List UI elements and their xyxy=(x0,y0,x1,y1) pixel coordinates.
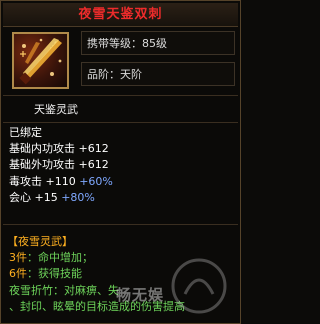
set-name: 【夜雪灵武】 xyxy=(7,235,73,248)
item-name: 夜雪天鉴双刺 xyxy=(78,7,163,22)
watermark-logo-icon xyxy=(171,258,227,314)
stat-value: +15 xyxy=(34,191,58,204)
grade-row: 品阶： 天阶 xyxy=(81,62,235,86)
stat-row: 基础外功攻击 +612 xyxy=(9,159,109,170)
stat-bonus: +60% xyxy=(79,175,113,188)
bound-status: 已绑定 xyxy=(9,126,42,139)
grade-value: 天阶 xyxy=(120,67,142,81)
stat-label: 基础内功攻击 xyxy=(9,142,75,155)
item-header: 携带等级： 85级 品阶： 天阶 xyxy=(3,27,238,96)
set-bonus-count: 3件 xyxy=(9,251,27,264)
stat-label: 毒攻击 xyxy=(9,175,42,188)
carry-level-row: 携带等级： 85级 xyxy=(81,31,235,55)
carry-level-label: 携带等级： xyxy=(87,36,142,50)
stat-value: +110 xyxy=(45,175,76,188)
item-tooltip: 夜雪天鉴双刺 携带等级： 85级 品阶： 天阶 天鉴灵武 已绑定 基础内功攻击 … xyxy=(0,0,241,324)
grade-label: 品阶： xyxy=(87,67,120,81)
skill-description-line: 夜雪折竹：对麻痹、失 xyxy=(9,284,119,297)
set-bonus-count: 6件 xyxy=(9,267,27,280)
item-subtitle: 天鉴灵武 xyxy=(34,103,78,116)
stat-row: 基础内功攻击 +612 xyxy=(9,143,109,154)
stat-value: +612 xyxy=(78,142,109,155)
stat-row: 毒攻击 +110 +60% xyxy=(9,176,113,187)
item-subtitle-bar: 天鉴灵武 xyxy=(3,98,238,123)
divider xyxy=(3,224,238,225)
stat-row: 会心 +15 +80% xyxy=(9,192,95,203)
stat-value: +612 xyxy=(78,158,109,171)
stat-bonus: +80% xyxy=(61,191,95,204)
dual-dagger-icon[interactable] xyxy=(12,32,69,89)
title-bar: 夜雪天鉴双刺 xyxy=(3,3,238,27)
set-bonus-row: 3件：命中增加； xyxy=(9,252,93,263)
stat-label: 基础外功攻击 xyxy=(9,158,75,171)
set-bonus-effect: ：命中增加； xyxy=(27,251,93,264)
set-bonus-effect: ：获得技能 xyxy=(27,267,82,280)
stat-label: 会心 xyxy=(9,191,31,204)
watermark-text: 畅无娱 xyxy=(116,286,165,304)
carry-level-value: 85级 xyxy=(142,36,167,50)
set-bonus-row: 6件：获得技能 xyxy=(9,268,82,279)
